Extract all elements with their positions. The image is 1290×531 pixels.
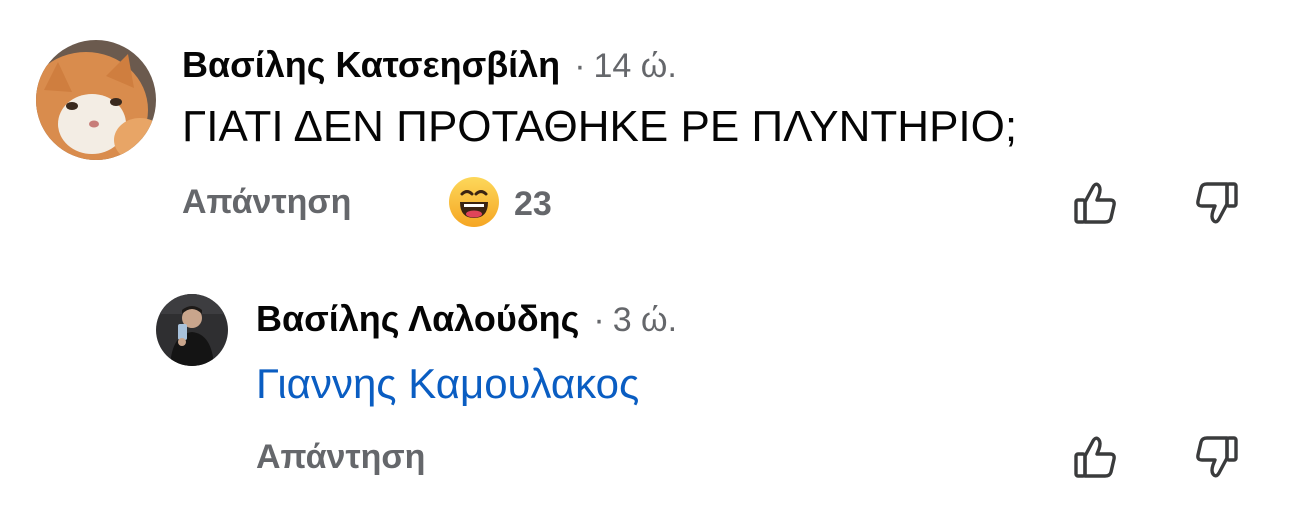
grinning-face-emoji-icon [448,176,500,233]
timestamp[interactable]: 3 ώ. [613,301,677,340]
separator-dot: · [593,301,605,339]
reaction-count: 23 [514,185,552,223]
reply-button[interactable]: Απάντηση [256,438,425,477]
comment-text: ΓΙΑΤΙ ΔΕΝ ΠΡΟΤΑΘΗΚΕ ΡΕ ΠΛΥΝΤΗΡΙΟ; [182,102,1018,151]
separator-dot: · [574,47,586,85]
thumbs-up-icon[interactable] [1070,432,1120,482]
author-name[interactable]: Βασίλης Λαλούδης [256,298,579,340]
avatar[interactable] [156,294,228,366]
reply-button[interactable]: Απάντηση [182,183,351,222]
thumbs-down-icon[interactable] [1192,178,1242,228]
reaction-summary[interactable]: 23 [448,176,552,233]
thumbs-down-icon[interactable] [1192,432,1242,482]
author-name[interactable]: Βασίλης Κατσεησβίλη [182,44,560,86]
comment-header: Βασίλης Κατσεησβίλη · 14 ώ. [182,44,677,86]
mention-link[interactable]: Γιαννης Καμουλακος [256,360,639,408]
avatar[interactable] [36,40,156,160]
comment-header: Βασίλης Λαλούδης · 3 ώ. [256,298,677,340]
thumbs-up-icon[interactable] [1070,178,1120,228]
timestamp[interactable]: 14 ώ. [594,47,677,86]
